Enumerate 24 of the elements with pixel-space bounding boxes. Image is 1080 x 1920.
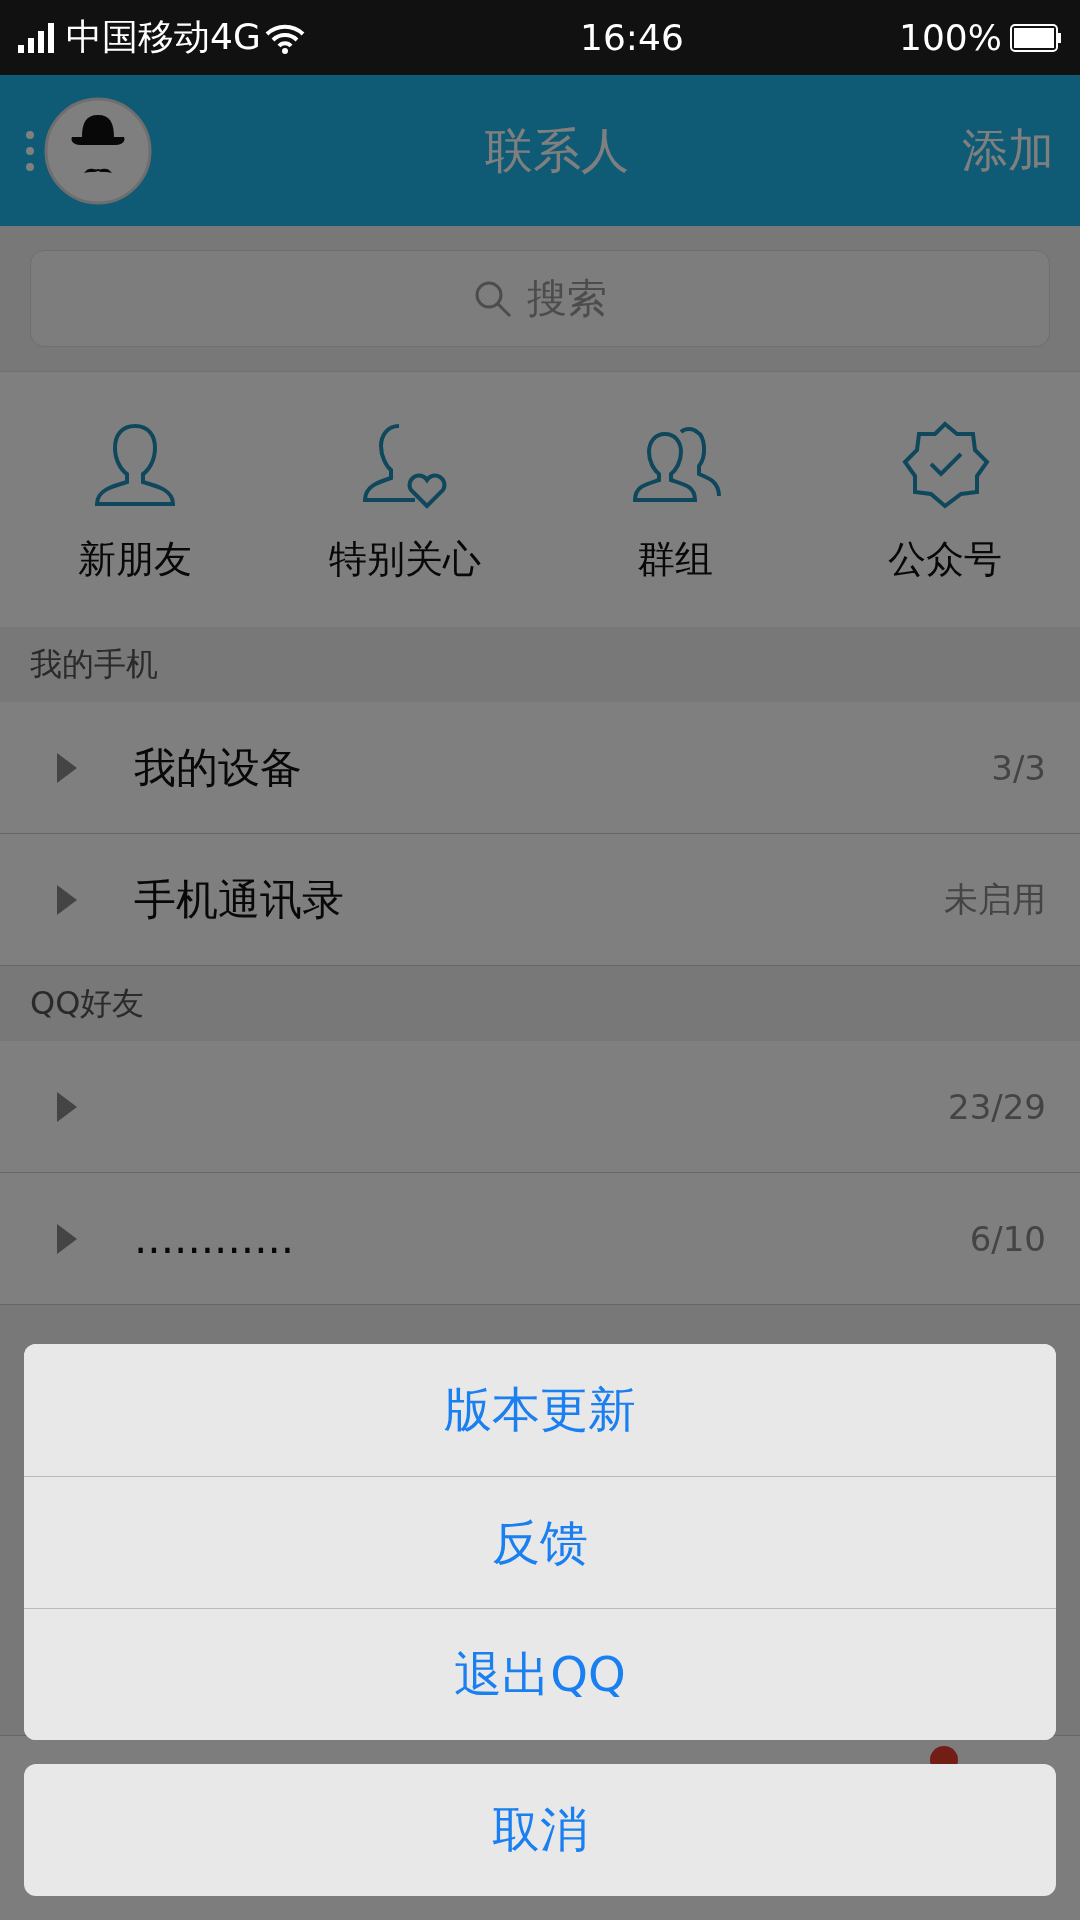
shortcut-button[interactable]: 公众号 — [810, 413, 1080, 586]
group-name: 我的设备 — [134, 742, 302, 792]
carrier-name: 中国移动4G — [66, 15, 261, 59]
group-name: ............ — [134, 1214, 295, 1263]
group-count: 6/10 — [969, 1218, 1046, 1259]
avatar[interactable] — [44, 96, 152, 205]
shortcut-button[interactable]: 特别关心 — [270, 413, 540, 586]
group-row[interactable]: 手机通讯录 未启用 — [0, 834, 1080, 966]
group-count: 未启用 — [944, 877, 1046, 921]
page-title: 联系人 — [484, 120, 630, 180]
menu-item[interactable]: 退出QQ — [24, 1608, 1056, 1740]
shortcut-button[interactable]: 新朋友 — [0, 413, 270, 586]
signal-icon — [18, 22, 54, 53]
section-header: QQ好友 — [30, 982, 145, 1024]
shortcut-button[interactable]: 群组 — [540, 413, 810, 586]
group-count: 3/3 — [991, 747, 1046, 788]
group-name: 手机通讯录 — [134, 874, 344, 924]
group-count: 23/29 — [948, 1086, 1046, 1127]
group-row[interactable]: ............ 6/10 — [0, 1173, 1080, 1305]
clock-time: 16:46 — [579, 17, 684, 58]
battery-percent: 100% — [899, 17, 1002, 58]
group-row[interactable]: 我的设备 3/3 — [0, 702, 1080, 834]
battery-icon — [1010, 23, 1062, 52]
section-header: 我的手机 — [30, 643, 158, 685]
